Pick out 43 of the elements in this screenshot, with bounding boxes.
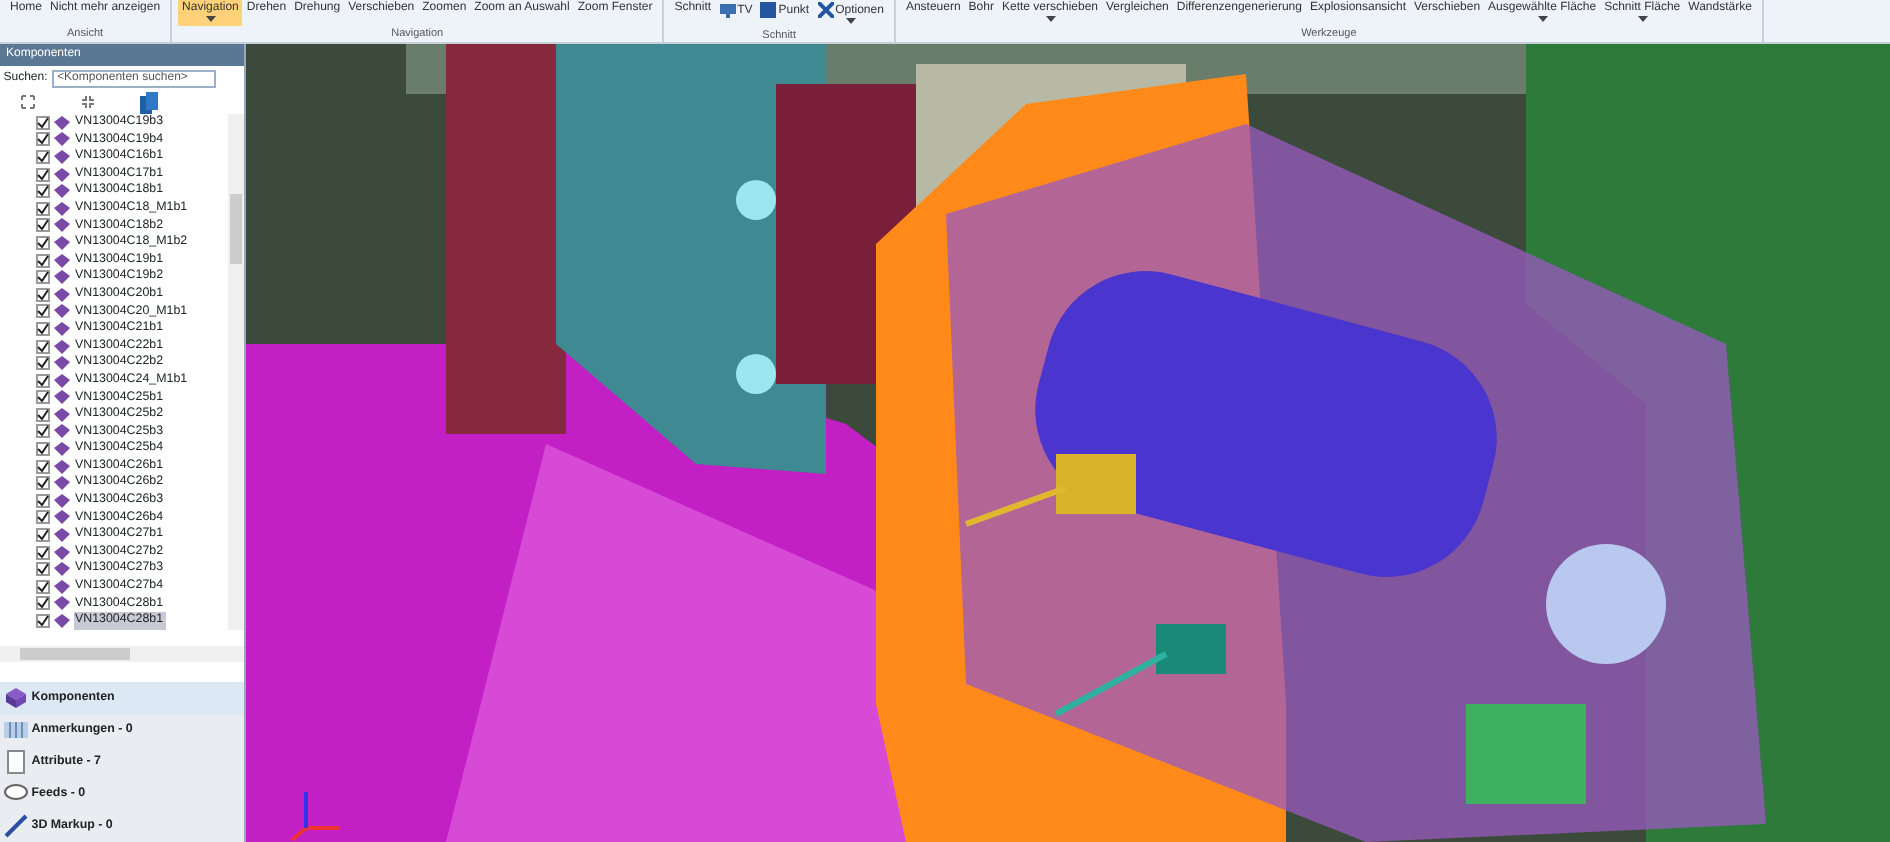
checkbox[interactable] — [36, 528, 50, 543]
checkbox[interactable] — [36, 407, 50, 422]
checkbox[interactable] — [36, 545, 50, 560]
checkbox[interactable] — [36, 304, 50, 319]
tab-icon — [4, 814, 28, 838]
checkbox[interactable] — [36, 579, 50, 594]
checkbox[interactable] — [36, 356, 50, 371]
checkbox[interactable] — [36, 373, 50, 388]
checkbox[interactable] — [36, 184, 50, 199]
checkbox[interactable] — [36, 149, 50, 164]
checkbox[interactable] — [36, 235, 50, 250]
checkbox[interactable] — [36, 167, 50, 182]
checkbox[interactable] — [36, 459, 50, 474]
monitor-icon — [719, 2, 736, 18]
tab-icon — [4, 750, 28, 774]
checkbox[interactable] — [36, 270, 50, 285]
checkbox[interactable] — [36, 201, 50, 216]
checkbox[interactable] — [36, 390, 50, 405]
tab-icon — [4, 782, 28, 806]
checkbox[interactable] — [36, 562, 50, 577]
documents-icon[interactable] — [140, 91, 158, 113]
vertical-scrollbar[interactable] — [228, 114, 244, 630]
expand-icon[interactable] — [20, 94, 36, 110]
checkbox[interactable] — [36, 510, 50, 525]
checkbox[interactable] — [36, 476, 50, 491]
crossed-tools-icon — [817, 2, 834, 18]
checkbox[interactable] — [36, 115, 50, 130]
square-icon — [760, 2, 777, 18]
tab-icon — [4, 686, 28, 710]
tab-icon — [4, 718, 28, 742]
checkbox[interactable] — [36, 339, 50, 354]
collapse-icon[interactable] — [80, 94, 96, 110]
checkbox[interactable] — [36, 253, 50, 268]
checkbox[interactable] — [36, 218, 50, 233]
checkbox[interactable] — [36, 321, 50, 336]
checkbox[interactable] — [36, 596, 50, 611]
checkbox[interactable] — [36, 493, 50, 508]
checkbox[interactable] — [36, 442, 50, 457]
checkbox[interactable] — [36, 424, 50, 439]
horizontal-scrollbar[interactable] — [0, 646, 244, 662]
checkbox[interactable] — [36, 132, 50, 147]
checkbox[interactable] — [36, 614, 50, 629]
checkbox[interactable] — [36, 287, 50, 302]
